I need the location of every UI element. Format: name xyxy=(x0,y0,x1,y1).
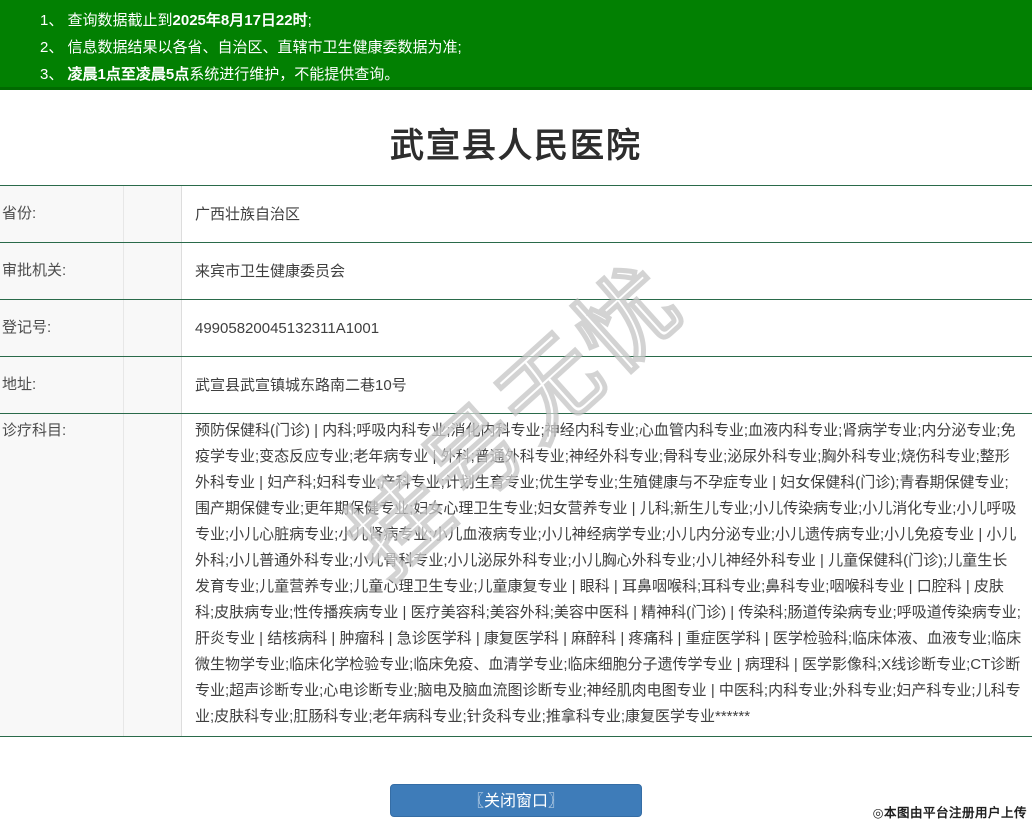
info-value: 49905820045132311A1001 xyxy=(195,320,380,337)
info-row-4: 地址: 武宣县武宣镇城东路南二巷10号 xyxy=(0,357,1032,414)
notice-text-bold: 2025年8月17日22时 xyxy=(172,12,308,29)
notice-text: 系统进行维护，不能提供查询。 xyxy=(189,66,400,83)
close-window-button[interactable]: 〖关闭窗口〗 xyxy=(390,784,642,817)
info-row-1: 省份: 广西壮族自治区 xyxy=(0,186,1032,243)
page-title: 武宣县人民医院 xyxy=(390,127,642,165)
hospital-info-table: 省份: 广西壮族自治区审批机关: 来宾市卫生健康委员会登记号: 49905820045… xyxy=(0,185,1032,737)
info-value: 武宣县武宣镇城东路南二巷10号 xyxy=(195,377,407,394)
notice-line: 2、 信息数据结果以各省、自治区、直辖市卫生健康委数据为准; xyxy=(40,34,1022,61)
notice-text-bold: 凌晨1点至凌晨5点 xyxy=(67,66,190,83)
info-value: 预防保健科(门诊) | 内科;呼吸内科专业;消化内科专业;神经内科专业;心血管内… xyxy=(195,422,1022,725)
notice-text: 1、 查询数据截止到 xyxy=(40,12,173,29)
info-value: 来宾市卫生健康委员会 xyxy=(195,263,346,280)
info-row-5: 诊疗科目: 预防保健科(门诊) | 内科;呼吸内科专业;消化内科专业;神经内科专业… xyxy=(0,414,1032,737)
info-row-3: 登记号: 49905820045132311A1001 xyxy=(0,300,1032,357)
notice-text: 2、 信息数据结果以各省、自治区、直辖市卫生健康委数据为准; xyxy=(40,39,462,56)
info-label: 审批机关: xyxy=(0,243,182,299)
notice-banner: 1、 查询数据截止到2025年8月17日22时; 2、 信息数据结果以各省、自治区… xyxy=(0,0,1032,90)
notice-line: 3、 凌晨1点至凌晨5点系统进行维护，不能提供查询。 xyxy=(40,61,1022,88)
upload-credit-text: ◎本图由平台注册用户上传 xyxy=(872,806,1027,820)
notice-line: 1、 查询数据截止到2025年8月17日22时; xyxy=(40,7,1022,34)
info-label: 登记号: xyxy=(0,300,182,356)
info-row-2: 审批机关: 来宾市卫生健康委员会 xyxy=(0,243,1032,300)
info-label: 诊疗科目: xyxy=(0,414,182,736)
notice-text: ; xyxy=(307,12,312,29)
notice-text: 3、 xyxy=(40,66,68,83)
info-value: 广西壮族自治区 xyxy=(195,206,301,223)
info-label: 地址: xyxy=(0,357,182,413)
notice-lines: 1、 查询数据截止到2025年8月17日22时; 2、 信息数据结果以各省、自治区… xyxy=(40,7,1022,88)
info-label: 省份: xyxy=(0,186,182,242)
